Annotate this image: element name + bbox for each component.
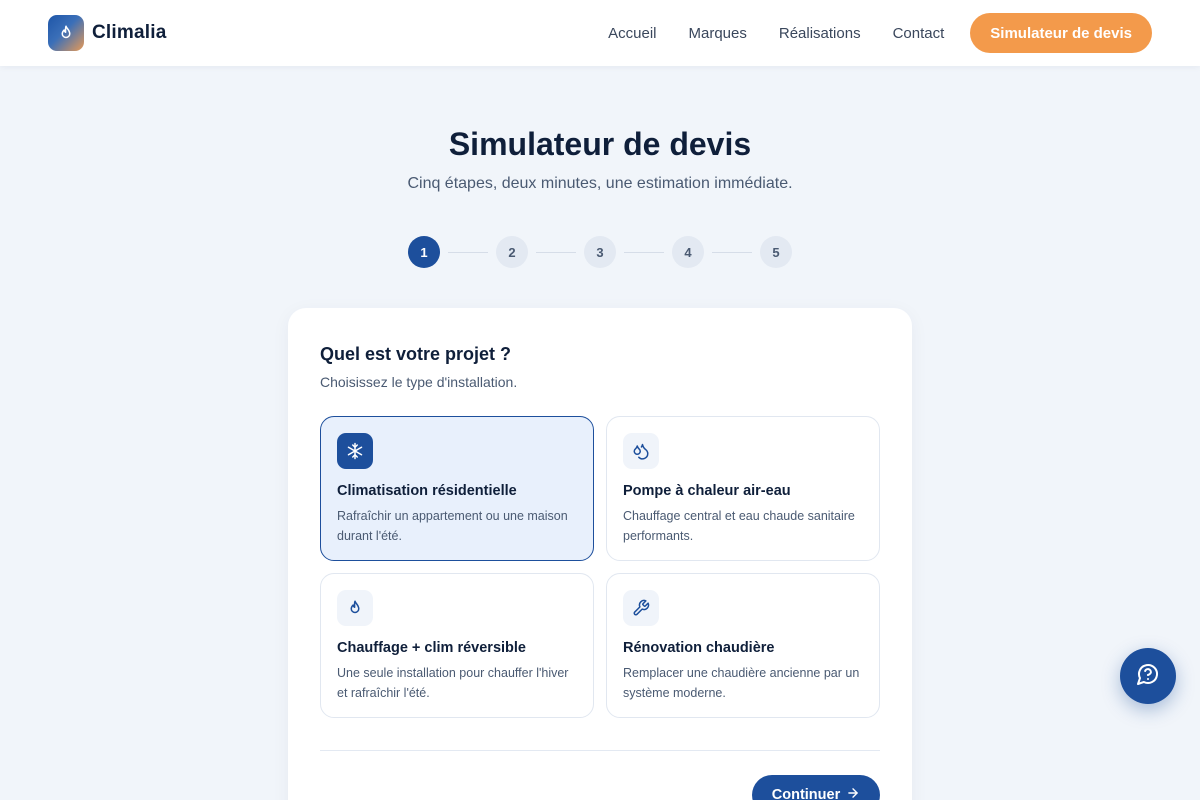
nav-accueil[interactable]: Accueil [608,25,656,42]
flame-icon [337,590,373,626]
step-connector [536,251,576,253]
brand[interactable]: Climalia [48,15,166,51]
step-5: 5 [760,236,792,268]
page-subtitle: Cinq étapes, deux minutes, une estimatio… [407,175,793,192]
question-title: Quel est votre projet ? [320,344,512,364]
option-title: Climatisation résidentielle [337,483,517,499]
main-nav: Accueil Marques Réalisations Contact Sim… [608,13,1152,53]
continue-label: Continuer [771,787,841,800]
option-description: Chauffage central et eau chaude sanitair… [623,509,855,543]
option-description: Une seule installation pour chauffer l'h… [337,666,569,700]
question-hint: Choisissez le type d'installation. [320,374,518,390]
site-header: Climalia Accueil Marques Réalisations Co… [0,0,1200,66]
divider [320,750,880,751]
snowflake-icon [337,433,373,469]
step-connector [624,251,664,253]
step-2: 2 [496,236,528,268]
nav-contact[interactable]: Contact [893,25,945,42]
step-1: 1 [408,236,440,268]
option-title: Chauffage + clim réversible [337,640,526,656]
project-form-card: Quel est votre projet ? Choisissez le ty… [288,308,912,800]
step-3: 3 [584,236,616,268]
option-description: Rafraîchir un appartement ou une maison … [337,509,568,543]
option-title: Pompe à chaleur air-eau [623,483,791,499]
option-title: Rénovation chaudière [623,640,775,656]
nav-realisations[interactable]: Réalisations [779,25,861,42]
wrench-icon [623,590,659,626]
step-connector [712,251,752,253]
option-description: Remplacer une chaudière ancienne par un … [623,666,860,700]
option-chauffage-clim-reversible[interactable]: Chauffage + clim réversible Une seule in… [320,573,594,718]
brand-name: Climalia [92,22,167,43]
page-title: Simulateur de devis [448,126,752,162]
arrow-right-icon [846,786,860,800]
option-climatisation[interactable]: Climatisation résidentielle Rafraîchir u… [320,416,594,561]
water-drops-icon [623,433,659,469]
help-chat-button[interactable] [1120,648,1176,704]
help-chat-icon [1136,662,1160,691]
step-4: 4 [672,236,704,268]
flame-logo-icon [48,15,84,51]
quote-simulator-button[interactable]: Simulateur de devis [970,13,1152,53]
stepper: 1 2 3 4 5 [408,236,792,268]
step-connector [448,251,488,253]
continue-button[interactable]: Continuer [752,775,880,800]
option-pompe-a-chaleur[interactable]: Pompe à chaleur air-eau Chauffage centra… [606,416,880,561]
option-renovation-chaudiere[interactable]: Rénovation chaudière Remplacer une chaud… [606,573,880,718]
nav-marques[interactable]: Marques [689,25,747,42]
